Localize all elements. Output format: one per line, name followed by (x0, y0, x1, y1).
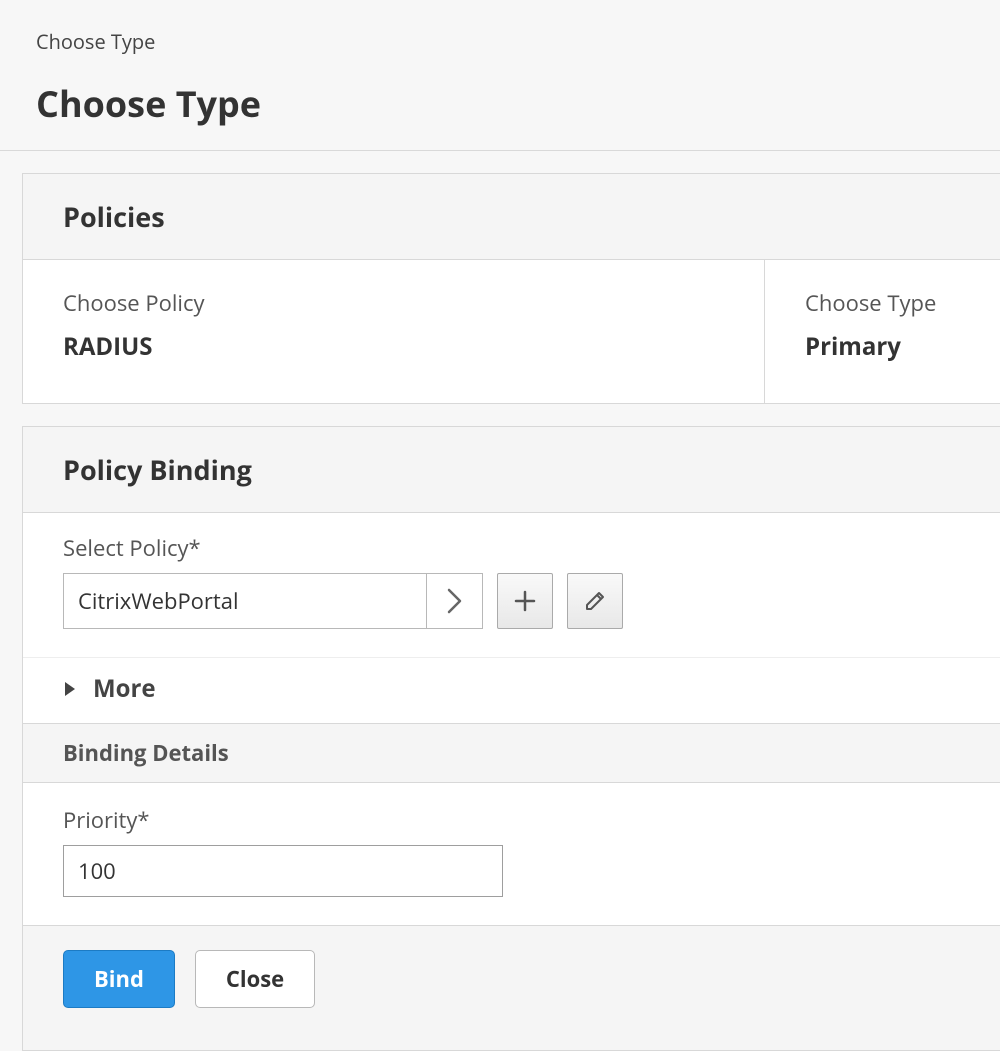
choose-type-cell[interactable]: Choose Type Primary (765, 260, 1000, 403)
close-button[interactable]: Close (195, 950, 315, 1008)
policies-panel: Policies Choose Policy RADIUS Choose Typ… (22, 173, 1000, 404)
pencil-icon (584, 590, 606, 612)
choose-policy-value: RADIUS (63, 330, 724, 363)
choose-type-value: Primary (805, 330, 960, 363)
add-policy-button[interactable] (497, 573, 553, 629)
select-policy-input[interactable] (64, 574, 426, 628)
select-policy-browse-button[interactable] (426, 574, 482, 628)
more-toggle[interactable]: More (23, 657, 1000, 723)
choose-policy-label: Choose Policy (63, 288, 724, 318)
chevron-right-icon (446, 587, 464, 615)
choose-type-label: Choose Type (805, 288, 960, 318)
policy-binding-header: Policy Binding (23, 427, 1000, 513)
policies-header: Policies (23, 174, 1000, 260)
priority-label: Priority* (63, 805, 960, 835)
policy-binding-panel: Policy Binding Select Policy* (22, 426, 1000, 1051)
breadcrumb: Choose Type (36, 28, 964, 55)
page-title: Choose Type (36, 79, 964, 128)
bind-button[interactable]: Bind (63, 950, 175, 1008)
edit-policy-button[interactable] (567, 573, 623, 629)
select-policy-label: Select Policy* (63, 533, 960, 563)
plus-icon (514, 590, 536, 612)
binding-details-header: Binding Details (23, 723, 1000, 783)
priority-input[interactable] (63, 845, 503, 897)
caret-right-icon (63, 680, 77, 698)
choose-policy-cell[interactable]: Choose Policy RADIUS (23, 260, 765, 403)
more-label: More (93, 672, 156, 705)
